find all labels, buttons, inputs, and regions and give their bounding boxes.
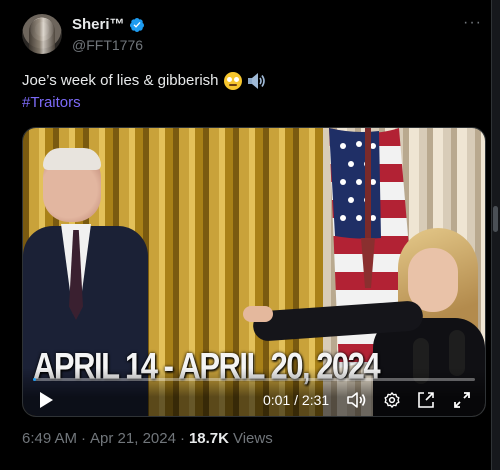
page-scrollbar[interactable] bbox=[491, 0, 500, 470]
tweet-date[interactable]: Apr 21, 2024 bbox=[90, 430, 176, 447]
more-icon[interactable]: ··· bbox=[463, 14, 482, 32]
popout-icon[interactable] bbox=[415, 390, 437, 410]
video-time: 0:01 / 2:31 bbox=[263, 392, 330, 408]
author-display-name[interactable]: Sheri™ bbox=[72, 16, 125, 33]
verified-badge-icon bbox=[129, 17, 144, 32]
tweet-body: Joe’s week of lies & gibberish bbox=[22, 72, 219, 89]
views-label: Views bbox=[232, 430, 273, 447]
tweet-text: Joe’s week of lies & gibberish #Traitors bbox=[22, 70, 267, 114]
face-with-rolling-eyes-icon bbox=[223, 72, 242, 90]
hashtag-link[interactable]: #Traitors bbox=[22, 92, 81, 114]
tweet-meta: 6:49 AM · Apr 21, 2024 · 18.7K Views bbox=[22, 430, 273, 447]
author-handle[interactable]: @FFT1776 bbox=[72, 37, 143, 53]
video-controls: 0:01 / 2:31 bbox=[23, 368, 485, 416]
meta-separator: · bbox=[81, 430, 87, 447]
meta-separator: · bbox=[179, 430, 185, 447]
play-icon[interactable] bbox=[37, 390, 55, 410]
tweet-time[interactable]: 6:49 AM bbox=[22, 430, 77, 447]
progress-fill bbox=[33, 378, 37, 381]
name-row: Sheri™ bbox=[72, 16, 145, 33]
volume-icon[interactable] bbox=[346, 390, 368, 410]
video-player[interactable]: APRIL 14 - APRIL 20, 2024 0:01 / 2:31 bbox=[22, 127, 486, 417]
speaker-icon bbox=[247, 73, 265, 89]
scrollbar-thumb[interactable] bbox=[493, 206, 498, 232]
avatar[interactable] bbox=[22, 14, 62, 54]
gear-icon[interactable] bbox=[381, 390, 403, 410]
progress-bar[interactable] bbox=[33, 378, 475, 381]
tweet-header: Sheri™ @FFT1776 ··· bbox=[22, 14, 488, 56]
views-count[interactable]: 18.7K bbox=[189, 430, 229, 447]
fullscreen-icon[interactable] bbox=[451, 390, 473, 410]
